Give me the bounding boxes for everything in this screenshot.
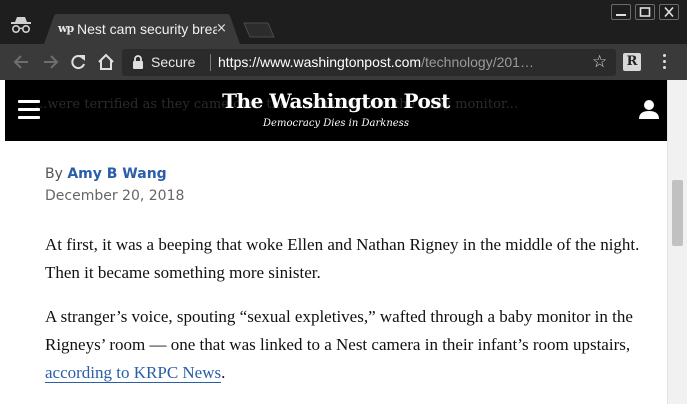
tab-title: Nest cam security breach [77, 21, 217, 37]
url-path: /technology/201… [421, 54, 534, 70]
scrollbar-thumb[interactable] [672, 180, 683, 246]
maximize-button[interactable] [635, 4, 655, 20]
minimize-button[interactable] [611, 4, 631, 20]
masthead: ...were terrified as they came over the.… [5, 80, 667, 141]
bookmark-star-icon[interactable]: ☆ [592, 52, 607, 72]
minimize-icon [616, 14, 626, 16]
address-bar[interactable]: Secure https://www.washingtonpost.com/te… [122, 49, 616, 76]
home-icon[interactable] [96, 52, 116, 72]
paragraph-2-text: A stranger’s voice, spouting “sexual exp… [45, 307, 633, 354]
maximize-icon [639, 7, 651, 17]
tab-close-icon[interactable]: × [216, 21, 227, 37]
paragraph-2-end: . [221, 363, 226, 382]
page-viewport: ...were terrified as they came over the.… [0, 80, 667, 404]
readability-extension-icon[interactable]: R [623, 53, 641, 71]
page-scrollbar[interactable] [667, 80, 687, 404]
window-close-button[interactable] [659, 4, 679, 20]
back-icon[interactable] [12, 52, 32, 72]
forward-icon[interactable] [40, 52, 60, 72]
security-label: Secure [151, 54, 196, 70]
author-link[interactable]: Amy B Wang [67, 166, 166, 182]
browser-menu-icon[interactable] [660, 54, 668, 72]
wp-favicon-icon: wp [58, 22, 74, 35]
article-paragraph-2: A stranger’s voice, spouting “sexual exp… [45, 303, 645, 387]
tab-nest-cam[interactable]: wp Nest cam security breach × [44, 14, 240, 44]
byline-prefix: By [45, 166, 63, 182]
lock-icon [133, 55, 143, 69]
incognito-icon [11, 17, 31, 34]
omnibox-separator [210, 54, 211, 71]
krpc-news-link[interactable]: according to KRPC News [45, 363, 222, 383]
article-byline: By Amy B Wang [45, 166, 167, 182]
user-account-icon[interactable] [638, 98, 660, 120]
site-tagline: Democracy Dies in Darkness [263, 118, 409, 129]
browser-toolbar: Secure https://www.washingtonpost.com/te… [0, 44, 687, 80]
title-bar: wp Nest cam security breach × [0, 0, 687, 44]
article-date: December 20, 2018 [45, 188, 185, 204]
article-paragraph-1: At first, it was a beeping that woke Ell… [45, 235, 640, 282]
url-text[interactable]: https://www.washingtonpost.com/technolog… [218, 54, 588, 70]
reload-icon[interactable] [68, 52, 88, 72]
site-logo[interactable]: The Washington Post [5, 89, 667, 113]
close-icon [664, 7, 674, 17]
url-host: https://www.washingtonpost.com [218, 54, 422, 70]
new-tab-button[interactable] [242, 22, 276, 38]
